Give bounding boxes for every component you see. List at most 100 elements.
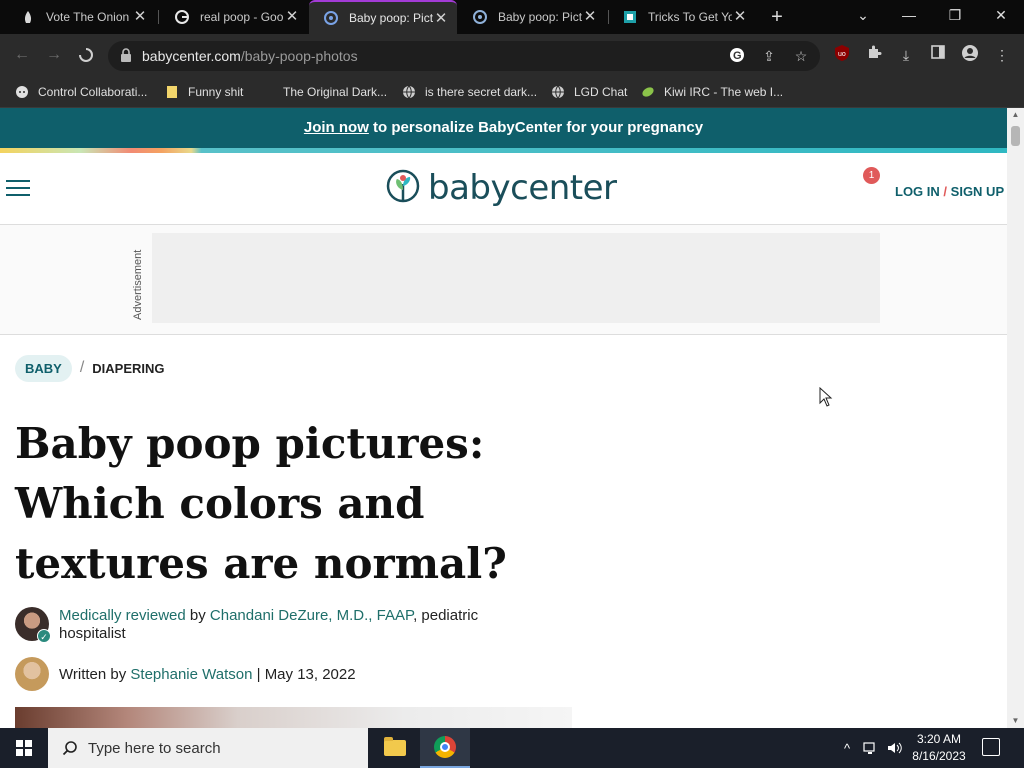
system-clock[interactable]: 3:20 AM 8/16/2023 (908, 731, 970, 765)
promo-text: to personalize BabyCenter for your pregn… (368, 119, 704, 136)
breadcrumb-separator: / (79, 359, 85, 376)
back-arrow-icon[interactable]: ← (10, 43, 34, 67)
breadcrumb-diapering[interactable]: DIAPERING (92, 361, 164, 376)
reviewer-avatar[interactable]: ✓ (15, 607, 51, 643)
site-icon (622, 9, 638, 25)
bookmark-secret-dark[interactable]: is there secret dark... (401, 82, 537, 102)
download-icon[interactable]: ⤓ (895, 44, 917, 66)
start-button[interactable] (0, 728, 48, 768)
scroll-up-arrow-icon[interactable]: ▲ (1007, 108, 1024, 122)
author-avatar[interactable] (15, 657, 49, 691)
windows-taskbar: Type here to search ^ 3:20 AM 8/16/2023 (0, 728, 1024, 768)
page-scrollbar[interactable]: ▲ ▼ (1007, 108, 1024, 728)
bookmark-kiwi-irc[interactable]: Kiwi IRC - The web I... (640, 82, 783, 102)
mouse-cursor-icon (819, 387, 833, 407)
globe-icon (401, 84, 417, 100)
tab-real-poop-google[interactable]: real poop - Goo ✕ (160, 0, 308, 34)
close-tab-icon[interactable]: ✕ (284, 9, 300, 25)
reviewer-link[interactable]: Chandani DeZure, M.D., FAAP (210, 607, 413, 624)
search-placeholder: Type here to search (88, 739, 221, 757)
bookmark-original-dark[interactable]: The Original Dark... (259, 82, 387, 102)
bookmark-funny-shit[interactable]: Funny shit (164, 82, 243, 102)
bookmark-label: LGD Chat (574, 85, 628, 99)
medically-reviewed-link[interactable]: Medically reviewed (59, 607, 186, 624)
file-explorer-button[interactable] (370, 728, 420, 768)
share-icon[interactable]: ⇪ (760, 47, 778, 65)
tab-baby-poop[interactable]: Baby poop: Pictu ✕ (458, 0, 606, 34)
logo-text: babycenter (428, 168, 617, 208)
scrollbar-thumb[interactable] (1011, 126, 1020, 146)
verified-check-icon: ✓ (37, 629, 51, 643)
lock-icon (120, 48, 134, 64)
close-tab-icon[interactable]: ✕ (582, 9, 598, 25)
volume-icon[interactable] (885, 728, 905, 768)
bookmark-control-collaboration[interactable]: Control Collaborati... (14, 82, 147, 102)
network-icon[interactable] (861, 728, 881, 768)
tab-vote-the-onion[interactable]: Vote The Onion ✕ (6, 0, 156, 34)
medical-review-byline: Medically reviewed by Chandani DeZure, M… (59, 607, 519, 643)
minimize-button[interactable]: — (886, 0, 932, 34)
publish-date: May 13, 2022 (264, 666, 356, 683)
forward-arrow-icon[interactable]: → (42, 43, 66, 67)
logo-leaf-icon (386, 169, 420, 203)
web-page: Join now to personalize BabyCenter for y… (0, 108, 1007, 728)
hero-image (15, 707, 572, 728)
tab-title: Baby poop: Pictu (498, 10, 582, 24)
tab-title: real poop - Goo (200, 10, 284, 24)
breadcrumb: BABY / DIAPERING (15, 354, 165, 382)
date-separator: | (252, 666, 265, 683)
chrome-taskbar-button[interactable] (420, 728, 470, 768)
tab-strip: Vote The Onion ✕ real poop - Goo ✕ Baby … (0, 0, 1024, 34)
restore-button[interactable]: ❐ (932, 0, 978, 34)
breadcrumb-baby[interactable]: BABY (15, 354, 72, 382)
url-text: babycenter.com/baby-poop-photos (142, 48, 358, 64)
babycenter-logo[interactable]: babycenter (386, 167, 617, 209)
action-center-icon[interactable] (982, 738, 1000, 756)
byline-text: by (185, 607, 210, 624)
extensions-puzzle-icon[interactable] (863, 44, 885, 66)
svg-text:G: G (733, 50, 742, 62)
notification-badge[interactable]: 1 (863, 167, 880, 184)
babycenter-icon (472, 9, 488, 25)
bookmark-star-icon[interactable]: ☆ (792, 47, 810, 65)
scroll-down-arrow-icon[interactable]: ▼ (1007, 714, 1024, 728)
ublock-origin-icon[interactable]: uo (831, 44, 853, 66)
chrome-menu-icon[interactable]: ⋮ (991, 44, 1013, 66)
hamburger-menu-icon[interactable] (6, 180, 30, 198)
close-tab-icon[interactable]: ✕ (732, 9, 748, 25)
author-byline: Written by Stephanie Watson | May 13, 20… (59, 666, 356, 683)
svg-text:uo: uo (838, 51, 846, 58)
author-link[interactable]: Stephanie Watson (130, 666, 252, 683)
bookmark-label: The Original Dark... (283, 85, 388, 99)
join-now-link[interactable]: Join now (304, 119, 369, 136)
google-lens-icon[interactable]: G (728, 47, 746, 65)
profile-avatar-icon[interactable] (959, 44, 981, 66)
tab-title: Tricks To Get You (648, 10, 732, 24)
signup-link[interactable]: SIGN UP (951, 184, 1004, 199)
octocat-icon (14, 84, 30, 100)
written-by-label: Written by (59, 666, 131, 683)
ad-slot[interactable] (152, 233, 880, 323)
show-hidden-icons-chevron[interactable]: ^ (838, 728, 856, 768)
search-icon (62, 740, 78, 756)
loading-spinner-icon[interactable] (74, 43, 98, 67)
clock-date: 8/16/2023 (912, 749, 966, 763)
tab-search-chevron-icon[interactable]: ⌄ (840, 0, 886, 34)
side-panel-icon[interactable] (927, 44, 949, 66)
kiwi-icon (640, 84, 656, 100)
tab-tricks[interactable]: Tricks To Get You ✕ (608, 0, 756, 34)
windows-logo-icon (16, 740, 32, 756)
taskbar-search[interactable]: Type here to search (48, 728, 368, 768)
tab-baby-poop-active[interactable]: Baby poop: Pictu ✕ (309, 0, 457, 34)
globe-icon (550, 84, 566, 100)
login-separator: / (943, 184, 948, 199)
close-tab-icon[interactable]: ✕ (433, 11, 449, 27)
bookmark-label: Kiwi IRC - The web I... (664, 85, 784, 99)
bookmark-lgd-chat[interactable]: LGD Chat (550, 82, 627, 102)
close-window-button[interactable]: ✕ (978, 0, 1024, 34)
new-tab-button[interactable]: + (765, 6, 789, 28)
advertisement-label: Advertisement (132, 249, 144, 320)
close-tab-icon[interactable]: ✕ (132, 9, 148, 25)
login-link[interactable]: LOG IN (895, 184, 940, 199)
address-bar[interactable]: babycenter.com/baby-poop-photos G ⇪ ☆ (108, 41, 820, 71)
